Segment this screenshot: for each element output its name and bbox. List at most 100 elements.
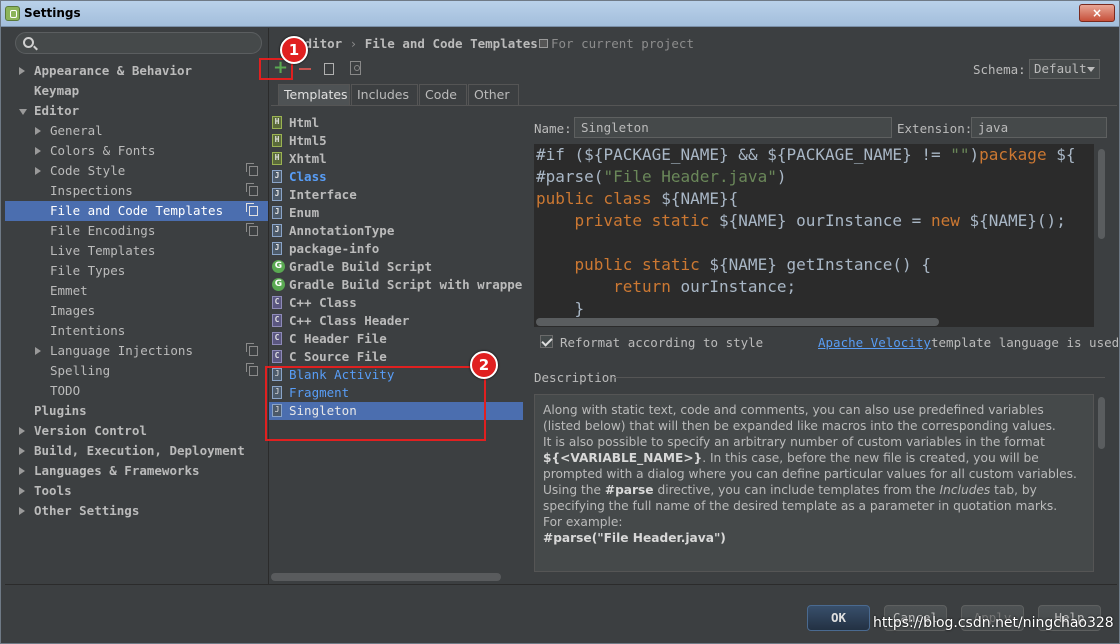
tree-item-colors-fonts[interactable]: Colors & Fonts — [5, 141, 268, 161]
tree-item-tools[interactable]: Tools — [5, 481, 268, 501]
collapse-arrow-icon[interactable] — [35, 347, 41, 355]
code-line: return ourInstance; — [536, 276, 796, 298]
apache-velocity-link[interactable]: Apache Velocity — [818, 335, 931, 350]
tree-item-plugins[interactable]: Plugins — [5, 401, 268, 421]
cpp-file-icon: C — [272, 296, 282, 309]
tree-item-inspections[interactable]: Inspections — [5, 181, 268, 201]
code-line: #if (${PACKAGE_NAME} && ${PACKAGE_NAME} … — [536, 144, 1075, 166]
collapse-arrow-icon[interactable] — [19, 507, 25, 515]
template-item-class[interactable]: J Class — [269, 168, 523, 186]
template-name-input[interactable]: Singleton — [574, 117, 892, 138]
tree-item-code-style[interactable]: Code Style — [5, 161, 268, 181]
code-line: #parse("File Header.java") — [536, 166, 786, 188]
collapse-arrow-icon[interactable] — [19, 487, 25, 495]
ok-button[interactable]: OK — [807, 605, 870, 631]
tab-other[interactable]: Other — [468, 84, 519, 106]
tree-item-live-templates[interactable]: Live Templates — [5, 241, 268, 261]
code-token: return — [613, 277, 671, 296]
template-item-enum[interactable]: J Enum — [269, 204, 523, 222]
annotation-box-2 — [265, 366, 486, 441]
tree-item-emmet[interactable]: Emmet — [5, 281, 268, 301]
collapse-arrow-icon[interactable] — [19, 447, 25, 455]
tree-item-images[interactable]: Images — [5, 301, 268, 321]
template-item-package-info[interactable]: Jpackage-info — [269, 240, 523, 258]
template-item-html5[interactable]: H Html5 — [269, 132, 523, 150]
tree-item-build-execution-deployment[interactable]: Build, Execution, Deployment — [5, 441, 268, 461]
template-item-annotationtype[interactable]: J AnnotationType — [269, 222, 523, 240]
collapse-arrow-icon[interactable] — [35, 127, 41, 135]
editor-horizontal-scrollbar[interactable] — [536, 318, 939, 326]
code-token: ) — [776, 167, 787, 186]
editor-vertical-scrollbar[interactable] — [1098, 149, 1105, 239]
template-item-html[interactable]: H Html — [269, 114, 523, 132]
tree-item-general[interactable]: General — [5, 121, 268, 141]
description-separator — [613, 377, 1105, 378]
template-item-c-class-header[interactable]: C C++ Class Header — [269, 312, 523, 330]
java-file-icon: J — [272, 188, 282, 201]
code-token: ${PACKAGE_NAME} — [767, 145, 912, 164]
breadcrumb-separator: › — [342, 36, 365, 51]
name-label: Name: — [534, 121, 572, 136]
desc-p1: Along with static text, code and comment… — [543, 403, 1056, 433]
tree-item-file-and-code-templates[interactable]: File and Code Templates — [5, 201, 268, 221]
desc-var-format: ${<VARIABLE_NAME>} — [543, 451, 703, 465]
collapse-arrow-icon[interactable] — [35, 167, 41, 175]
reformat-checkbox[interactable] — [540, 335, 553, 348]
tree-item-file-encodings[interactable]: File Encodings — [5, 221, 268, 241]
template-item-c-class[interactable]: C C++ Class — [269, 294, 523, 312]
schema-dropdown[interactable]: Default — [1029, 59, 1100, 79]
tree-item-version-control[interactable]: Version Control — [5, 421, 268, 441]
tree-item-spelling[interactable]: Spelling — [5, 361, 268, 381]
tree-item-languages-frameworks[interactable]: Languages & Frameworks — [5, 461, 268, 481]
tree-item-label: Tools — [34, 483, 72, 498]
tree-item-label: Other Settings — [34, 503, 140, 518]
tree-item-file-types[interactable]: File Types — [5, 261, 268, 281]
extension-input[interactable]: java — [971, 117, 1107, 138]
reset-template-button[interactable] — [350, 61, 361, 75]
expand-arrow-icon[interactable] — [19, 109, 27, 115]
template-list-scrollbar[interactable] — [271, 573, 501, 581]
java-file-icon: J — [272, 242, 282, 255]
tree-item-todo[interactable]: TODO — [5, 381, 268, 401]
template-item-c-header-file[interactable]: C C Header File — [269, 330, 523, 348]
template-item-label: C Source File — [289, 349, 387, 364]
code-token: ${ — [1046, 145, 1076, 164]
tab-templates[interactable]: Templates — [278, 84, 350, 106]
remove-template-button[interactable] — [299, 68, 311, 70]
tree-item-keymap[interactable]: Keymap — [5, 81, 268, 101]
tree-item-label: Plugins — [34, 403, 87, 418]
code-line: private static ${NAME} ourInstance = new… — [536, 210, 1066, 232]
collapse-arrow-icon[interactable] — [19, 67, 25, 75]
template-item-gradle-build-script-with-wrapper[interactable]: G Gradle Build Script with wrapper — [269, 276, 523, 294]
html-file-icon: H — [272, 134, 282, 147]
code-token: new — [930, 211, 960, 230]
copy-template-button[interactable] — [324, 60, 339, 75]
title-bar: Settings × — [1, 1, 1119, 27]
collapse-arrow-icon[interactable] — [35, 147, 41, 155]
description-scrollbar[interactable] — [1098, 397, 1105, 449]
template-code-editor[interactable]: #if (${PACKAGE_NAME} && ${PACKAGE_NAME} … — [534, 144, 1094, 327]
tree-item-label: Keymap — [34, 83, 80, 98]
close-button[interactable]: × — [1079, 4, 1115, 22]
tree-item-other-settings[interactable]: Other Settings — [5, 501, 268, 521]
collapse-arrow-icon[interactable] — [19, 467, 25, 475]
tree-item-language-injections[interactable]: Language Injections — [5, 341, 268, 361]
code-token: } — [536, 299, 585, 318]
tree-item-intentions[interactable]: Intentions — [5, 321, 268, 341]
tree-item-label: TODO — [50, 383, 81, 398]
template-item-gradle-build-script[interactable]: G Gradle Build Script — [269, 258, 523, 276]
tab-includes[interactable]: Includes — [351, 84, 418, 106]
android-studio-icon — [5, 6, 20, 21]
collapse-arrow-icon[interactable] — [19, 427, 25, 435]
template-item-interface[interactable]: J Interface — [269, 186, 523, 204]
tab-code[interactable]: Code — [419, 84, 467, 106]
code-token: #if ( — [536, 145, 585, 164]
settings-search-input[interactable] — [15, 32, 262, 54]
tree-item-editor[interactable]: Editor — [5, 101, 268, 121]
code-token: != — [911, 145, 951, 164]
template-item-label: Enum — [289, 205, 320, 220]
template-item-xhtml[interactable]: H Xhtml — [269, 150, 523, 168]
tree-item-appearance-behavior[interactable]: Appearance & Behavior — [5, 61, 268, 81]
java-file-icon: J — [272, 206, 282, 219]
